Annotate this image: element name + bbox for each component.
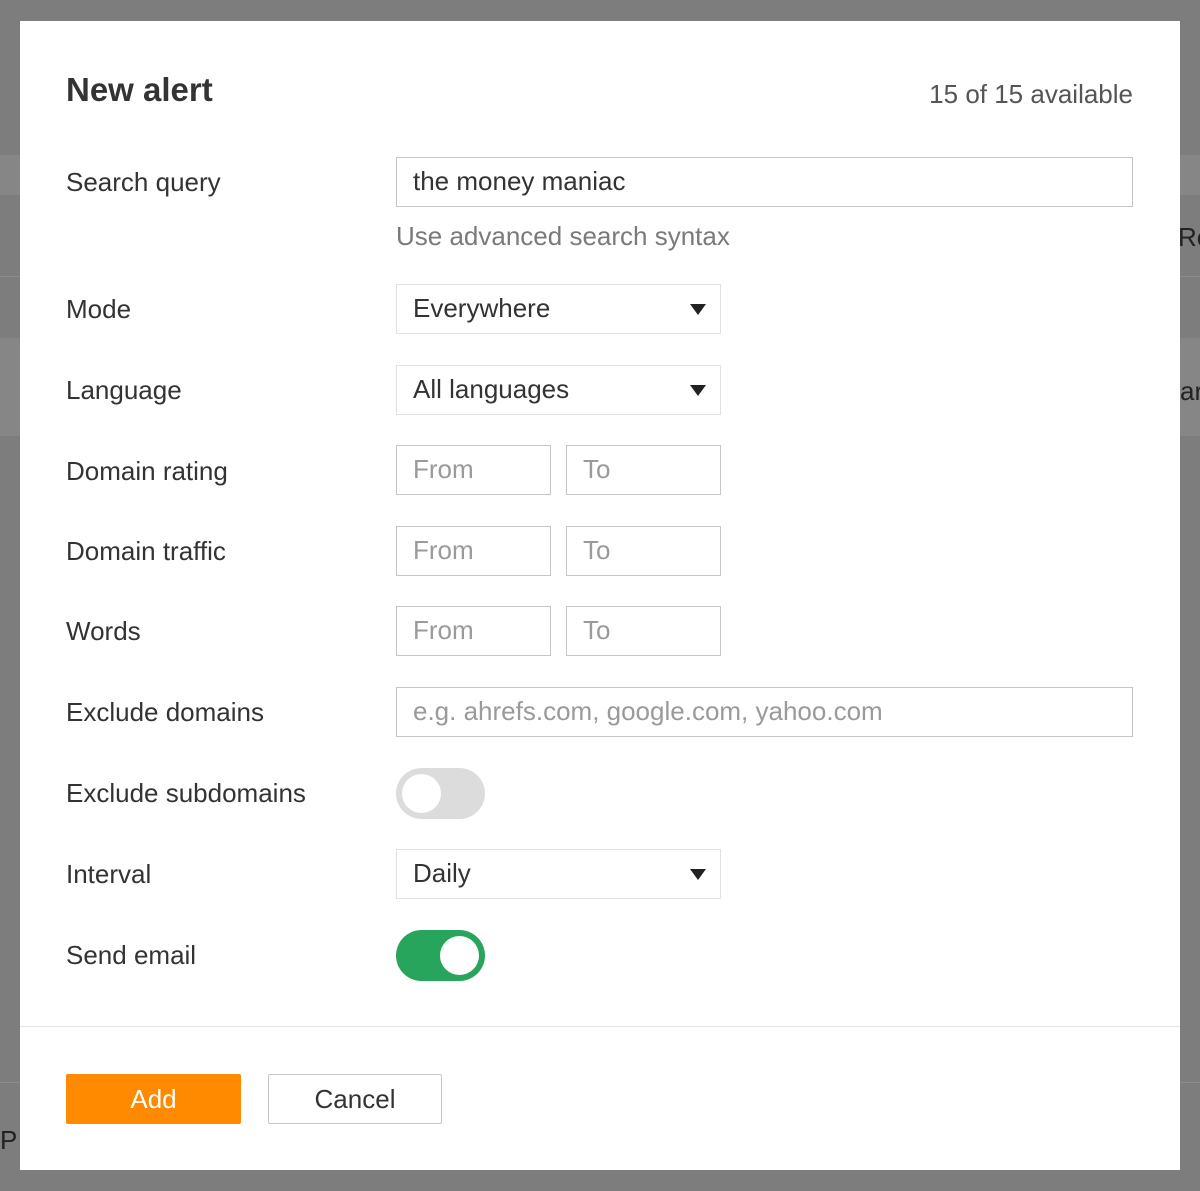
domain-rating-from-input[interactable]: From: [396, 445, 551, 495]
mode-label: Mode: [66, 294, 132, 324]
search-query-input[interactable]: the money maniac: [396, 157, 1133, 207]
search-query-label: Search query: [66, 167, 221, 197]
new-alert-dialog: New alert 15 of 15 available Search quer…: [20, 21, 1180, 1170]
background-text-fragment: Re: [1178, 222, 1200, 252]
interval-select-value: Daily: [413, 858, 471, 888]
interval-label: Interval: [66, 859, 152, 889]
interval-select[interactable]: Daily: [396, 849, 721, 899]
exclude-domains-input[interactable]: e.g. ahrefs.com, google.com, yahoo.com: [396, 687, 1133, 737]
dialog-title: New alert: [66, 71, 213, 108]
caret-down-icon: [690, 304, 706, 315]
cancel-button[interactable]: Cancel: [268, 1074, 442, 1124]
exclude-subdomains-toggle[interactable]: [396, 768, 485, 819]
send-email-label: Send email: [66, 940, 197, 970]
exclude-domains-label: Exclude domains: [66, 697, 264, 727]
domain-rating-label: Domain rating: [66, 456, 228, 486]
toggle-knob: [440, 936, 479, 975]
words-from-input[interactable]: From: [396, 606, 551, 656]
footer-divider: [20, 1026, 1180, 1027]
language-select-value: All languages: [413, 374, 570, 404]
caret-down-icon: [690, 869, 706, 880]
language-label: Language: [66, 375, 182, 405]
domain-traffic-from-input[interactable]: From: [396, 526, 551, 576]
domain-rating-to-input[interactable]: To: [566, 445, 721, 495]
send-email-toggle[interactable]: [396, 930, 485, 981]
background-text-fragment: ar: [1180, 376, 1200, 406]
background-text-fragment: P: [0, 1125, 18, 1155]
mode-select-value: Everywhere: [413, 293, 551, 323]
exclude-subdomains-label: Exclude subdomains: [66, 778, 306, 808]
words-to-input[interactable]: To: [566, 606, 721, 656]
toggle-knob: [402, 774, 441, 813]
domain-traffic-to-input[interactable]: To: [566, 526, 721, 576]
advanced-syntax-link[interactable]: Use advanced search syntax: [396, 221, 730, 252]
language-select[interactable]: All languages: [396, 365, 721, 415]
words-label: Words: [66, 616, 141, 646]
mode-select[interactable]: Everywhere: [396, 284, 721, 334]
domain-traffic-label: Domain traffic: [66, 536, 226, 566]
alerts-available-counter: 15 of 15 available: [929, 79, 1133, 109]
add-button[interactable]: Add: [66, 1074, 241, 1124]
caret-down-icon: [690, 385, 706, 396]
